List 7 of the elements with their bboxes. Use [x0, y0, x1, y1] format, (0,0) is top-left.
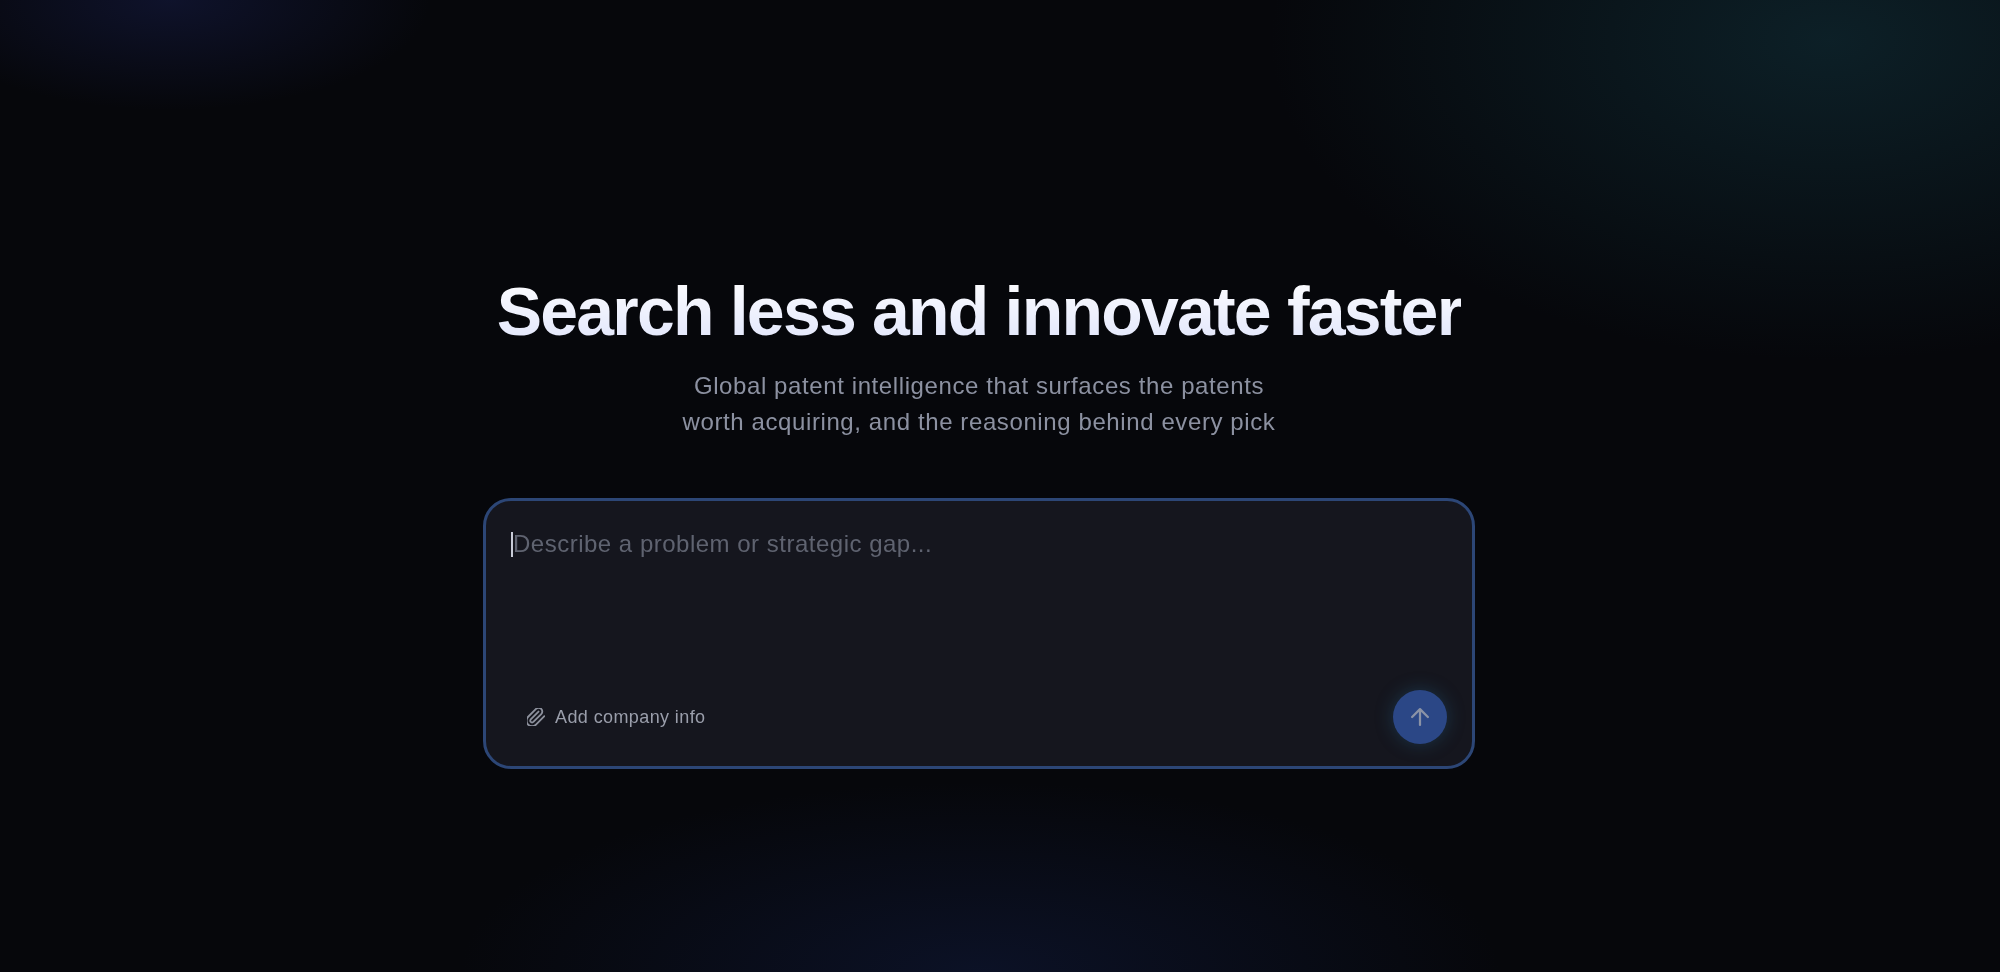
- send-button[interactable]: [1393, 690, 1447, 744]
- hero-subtitle: Global patent intelligence that surfaces the patents worth acquiring, and the reasoning behind every pick: [682, 371, 1276, 437]
- prompt-box[interactable]: Describe a problem or strategic gap... Add company info: [483, 498, 1475, 769]
- add-company-info-button[interactable]: Add company info: [515, 698, 718, 736]
- prompt-input[interactable]: Describe a problem or strategic gap...: [511, 529, 1447, 690]
- arrow-up-icon: [1411, 708, 1429, 726]
- paperclip-icon: [527, 708, 545, 726]
